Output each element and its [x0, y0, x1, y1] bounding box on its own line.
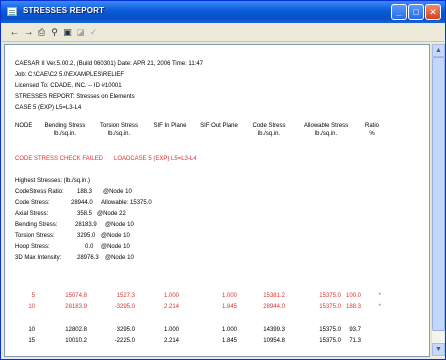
cell-sif-out: 1.845 — [221, 304, 237, 310]
cell-code: 28944.0 — [263, 304, 285, 310]
summary-extra: @Node 10 — [103, 189, 132, 195]
summary-label: Hoop Stress: — [15, 244, 50, 250]
cell-node: 15 — [28, 338, 35, 344]
summary-value: 28976.3 — [77, 255, 99, 261]
cell-allow: 15375.0 — [319, 293, 341, 299]
summary-value: 188.3 — [77, 189, 93, 195]
col-header-bending-unit: lb./sq.in. — [53, 131, 77, 137]
header-line-5: CASE 5 (EXP) L5=L3-L4 — [15, 105, 82, 111]
back-icon[interactable]: ← — [8, 26, 21, 39]
cell-ratio: 188.3 — [345, 304, 361, 310]
cell-code: 15381.2 — [263, 293, 285, 299]
summary-value: 358.5 — [77, 211, 93, 217]
summary-title: Highest Stresses: (lb./sq.in.) — [15, 178, 91, 184]
report-content: CAESAR II Ver.5.00.2, (Build 060301) Dat… — [4, 44, 430, 357]
print-icon[interactable]: ⎙ — [35, 26, 48, 39]
header-line-2: Job: C:\CAE\C2 5.0\EXAMPLES\RELIEF — [15, 72, 125, 78]
summary-value: 28183.9 — [75, 222, 97, 228]
cell-sif-in: 1.000 — [163, 293, 179, 299]
summary-extra: Allowable: 15375.0 — [101, 200, 152, 206]
summary-label: CodeStress Ratio: — [15, 189, 64, 195]
summary-value: 28944.0 — [71, 200, 93, 206]
minimize-button[interactable]: _ — [391, 4, 407, 20]
cell-sif-in: 2.214 — [163, 338, 179, 344]
summary-label: Code Stress: — [15, 200, 50, 206]
header-line-4: STRESSES REPORT: Stresses on Elements — [15, 94, 135, 100]
cell-sif-out: 1.000 — [221, 327, 237, 333]
cell-flag: * — [378, 293, 381, 299]
forward-icon[interactable]: → — [22, 26, 35, 39]
cell-node: 10 — [28, 304, 35, 310]
col-header-code-unit: lb./sq.in. — [257, 131, 281, 137]
cell-bending: 15074.8 — [65, 293, 87, 299]
find-icon[interactable]: ⚲ — [48, 26, 61, 39]
scroll-up-icon[interactable]: ▲ — [432, 44, 445, 57]
cell-allow: 15375.0 — [319, 304, 341, 310]
scroll-thumb[interactable] — [432, 57, 445, 331]
cell-allow: 15375.0 — [319, 327, 341, 333]
toolbar: ← → ⎙ ⚲ ▣ ◪ ✓ — [2, 23, 444, 42]
summary-label: Axial Stress: — [15, 211, 49, 217]
stresses-report-window: STRESSES REPORT _ □ ✕ ← → ⎙ ⚲ ▣ ◪ ✓ CAES… — [0, 0, 446, 360]
loadcase-label: LOADCASE 5 (EXP) L5=L3-L4 — [114, 156, 197, 162]
summary-extra: @Node 22 — [97, 211, 126, 217]
cell-node: 5 — [31, 293, 35, 299]
cell-torsion: -3295.0 — [114, 304, 135, 310]
cell-sif-in: 1.000 — [163, 327, 179, 333]
cell-ratio: 100.0 — [345, 293, 361, 299]
summary-value: 3295.0 — [77, 233, 96, 239]
cell-sif-out: 1.845 — [221, 338, 237, 344]
scroll-down-icon[interactable]: ▼ — [432, 343, 445, 356]
col-header-allowable: Allowable Stress — [303, 123, 349, 129]
summary-extra: @Node 10 — [105, 222, 134, 228]
title-bar[interactable]: STRESSES REPORT _ □ ✕ — [1, 1, 445, 23]
summary-extra: @Node 10 — [105, 255, 134, 261]
summary-extra: @Node 10 — [101, 244, 130, 250]
summary-extra: @Node 10 — [101, 233, 130, 239]
summary-label: 3D Max Intensity: — [15, 255, 62, 261]
cell-bending: 12802.8 — [65, 327, 87, 333]
header-line-3: Licensed To: CDADE, INC. -- ID #10001 — [15, 83, 122, 89]
cell-torsion: -2225.0 — [114, 338, 135, 344]
cell-torsion: 3295.0 — [116, 327, 135, 333]
window-title: STRESSES REPORT — [23, 6, 105, 15]
col-header-bending: Bending Stress — [44, 123, 86, 129]
cell-bending: 28183.9 — [65, 304, 87, 310]
export-icon[interactable]: ◪ — [74, 26, 87, 39]
cell-flag: * — [378, 304, 381, 310]
save-icon[interactable]: ▣ — [61, 26, 74, 39]
col-header-torsion-unit: lb./sq.in. — [107, 131, 131, 137]
cell-torsion: 1527.3 — [116, 293, 135, 299]
col-header-code: Code Stress — [252, 123, 286, 129]
header-line-1: CAESAR II Ver.5.00.2, (Build 060301) Dat… — [15, 61, 204, 67]
col-header-ratio-unit: % — [369, 131, 375, 137]
check-failed-label: CODE STRESS CHECK FAILED — [15, 156, 104, 162]
col-header-sif-in: SIF In Plane — [153, 123, 187, 129]
summary-label: Bending Stress: — [15, 222, 58, 228]
col-header-torsion: Torsion Stress — [99, 123, 138, 129]
cell-sif-out: 1.000 — [221, 293, 237, 299]
maximize-button[interactable]: □ — [408, 4, 424, 20]
col-header-sif-out: SIF Out Plane — [200, 123, 238, 129]
vertical-scrollbar[interactable]: ▲ ▼ — [431, 44, 445, 357]
cell-node: 10 — [28, 327, 35, 333]
close-button[interactable]: ✕ — [425, 4, 441, 20]
cell-bending: 10010.2 — [65, 338, 87, 344]
check-icon[interactable]: ✓ — [87, 26, 100, 39]
col-header-node: NODE — [15, 123, 33, 129]
cell-sif-in: 2.214 — [163, 304, 179, 310]
cell-code: 10954.8 — [263, 338, 285, 344]
summary-label: Torsion Stress: — [15, 233, 55, 239]
report-icon — [7, 7, 17, 16]
cell-code: 14399.3 — [263, 327, 285, 333]
col-header-allowable-unit: lb./sq.in. — [314, 131, 338, 137]
summary-value: 0.0 — [85, 244, 94, 250]
col-header-ratio: Ratio — [364, 123, 379, 129]
cell-ratio: 93.7 — [349, 327, 361, 333]
cell-ratio: 71.3 — [349, 338, 361, 344]
cell-allow: 15375.0 — [319, 338, 341, 344]
